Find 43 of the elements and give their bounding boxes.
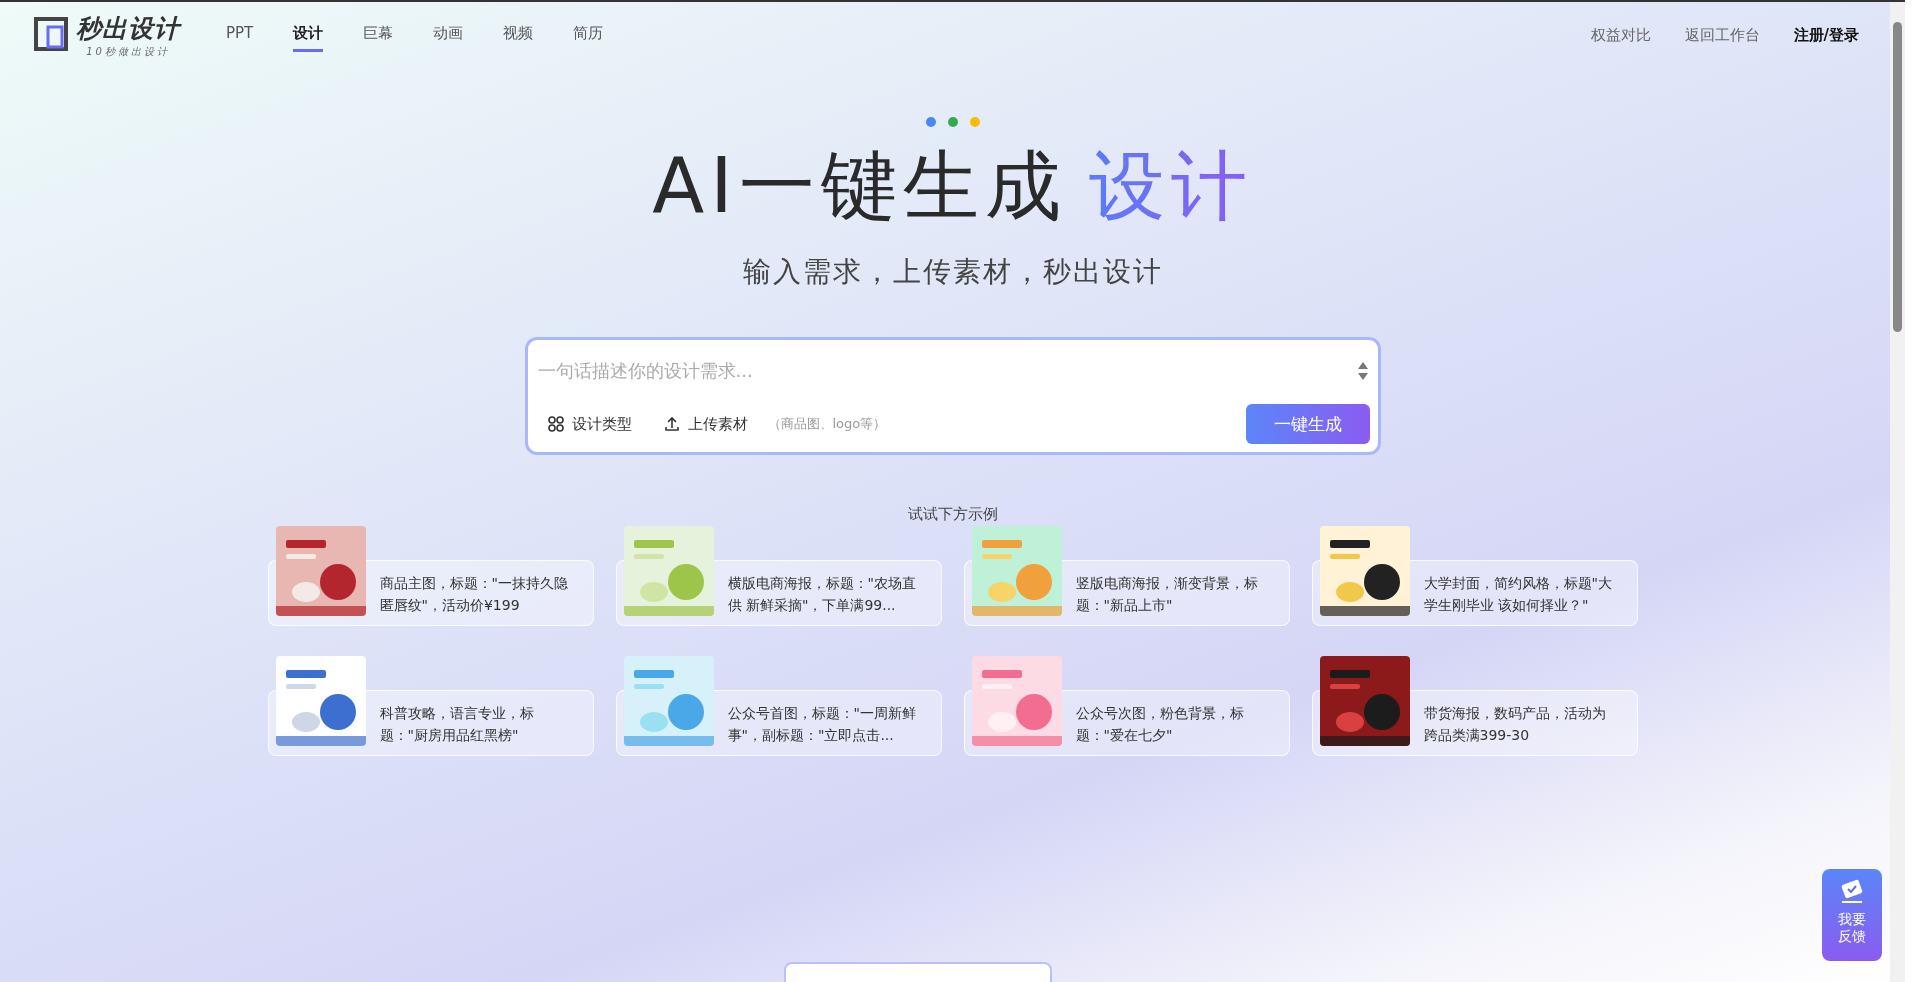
logo-name: 秒出设计 [76, 12, 180, 45]
example-card[interactable]: 公众号首图，标题："一周新鲜事"，副标题："立即点击... [615, 656, 942, 756]
examples-title: 试试下方示例 [907, 505, 998, 524]
example-text: 带货海报，数码产品，活动为跨品类满399-30 [1423, 704, 1607, 745]
header-link[interactable]: 返回工作台 [1684, 25, 1760, 45]
nav-tab[interactable]: 简历 [573, 18, 604, 52]
prompt-field[interactable]: 一句话描述你的设计需求... 设计类型 上传素材 （商品图、logo等） 一键生成 [524, 337, 1381, 455]
grid-icon [547, 416, 564, 432]
example-card[interactable]: 公众号次图，粉色背景，标题："爱在七夕" [963, 656, 1290, 756]
example-card[interactable]: 大学封面，简约风格，标题"大学生刚毕业 该如何择业？" [1311, 526, 1638, 626]
example-text: 竖版电商海报，渐变背景，标题："新品上市" [1075, 574, 1259, 615]
feedback-button[interactable]: 我要反馈 [1822, 869, 1882, 961]
header-link[interactable]: 权益对比 [1590, 25, 1651, 45]
login-link[interactable]: 注册/登录 [1793, 25, 1859, 45]
example-text: 科普攻略，语言专业，标题："厨房用品红黑榜" [379, 704, 535, 745]
hero-title: AI一键生成 [652, 140, 1067, 232]
envelope-icon [1839, 879, 1865, 905]
hero-subtitle: 输入需求，上传素材，秒出设计 [742, 254, 1163, 290]
upload-hint: （商品图、logo等） [767, 415, 887, 433]
nav-tab[interactable]: 视频 [503, 18, 534, 52]
example-card[interactable]: 横版电商海报，标题："农场直供 新鲜采摘"，下单满99... [615, 526, 942, 626]
dots-icon [924, 116, 981, 128]
nav-tab[interactable]: PPT [226, 18, 254, 52]
example-card[interactable]: 竖版电商海报，渐变背景，标题："新品上市" [963, 526, 1290, 626]
nav-tab[interactable]: 设计 [293, 18, 324, 52]
design-type-button[interactable]: 设计类型 [535, 410, 644, 438]
generate-button[interactable]: 一键生成 [1245, 404, 1370, 444]
nav-tab[interactable]: 动画 [433, 18, 464, 52]
example-text: 公众号次图，粉色背景，标题："爱在七夕" [1075, 704, 1245, 745]
scrollbar[interactable] [1890, 2, 1905, 982]
example-card[interactable]: 带货海报，数码产品，活动为跨品类满399-30 [1311, 656, 1638, 756]
upload-icon [663, 416, 680, 432]
example-card[interactable]: 科普攻略，语言专业，标题："厨房用品红黑榜" [267, 656, 594, 756]
example-text: 大学封面，简约风格，标题"大学生刚毕业 该如何择业？" [1423, 574, 1613, 615]
upload-button[interactable]: 上传素材 [651, 410, 760, 438]
example-text: 商品主图，标题："一抹持久隐匿唇纹"，活动价¥199 [379, 574, 569, 615]
example-card[interactable]: 商品主图，标题："一抹持久隐匿唇纹"，活动价¥199 [267, 526, 594, 626]
logo-icon [34, 17, 70, 53]
example-text: 横版电商海报，标题："农场直供 新鲜采摘"，下单满99... [727, 574, 917, 615]
nav-tab[interactable]: 巨幕 [363, 18, 394, 52]
example-text: 公众号首图，标题："一周新鲜事"，副标题："立即点击... [727, 704, 917, 745]
spinner-icon[interactable] [1357, 360, 1368, 382]
logo-tagline: 10秒做出设计 [86, 44, 170, 59]
